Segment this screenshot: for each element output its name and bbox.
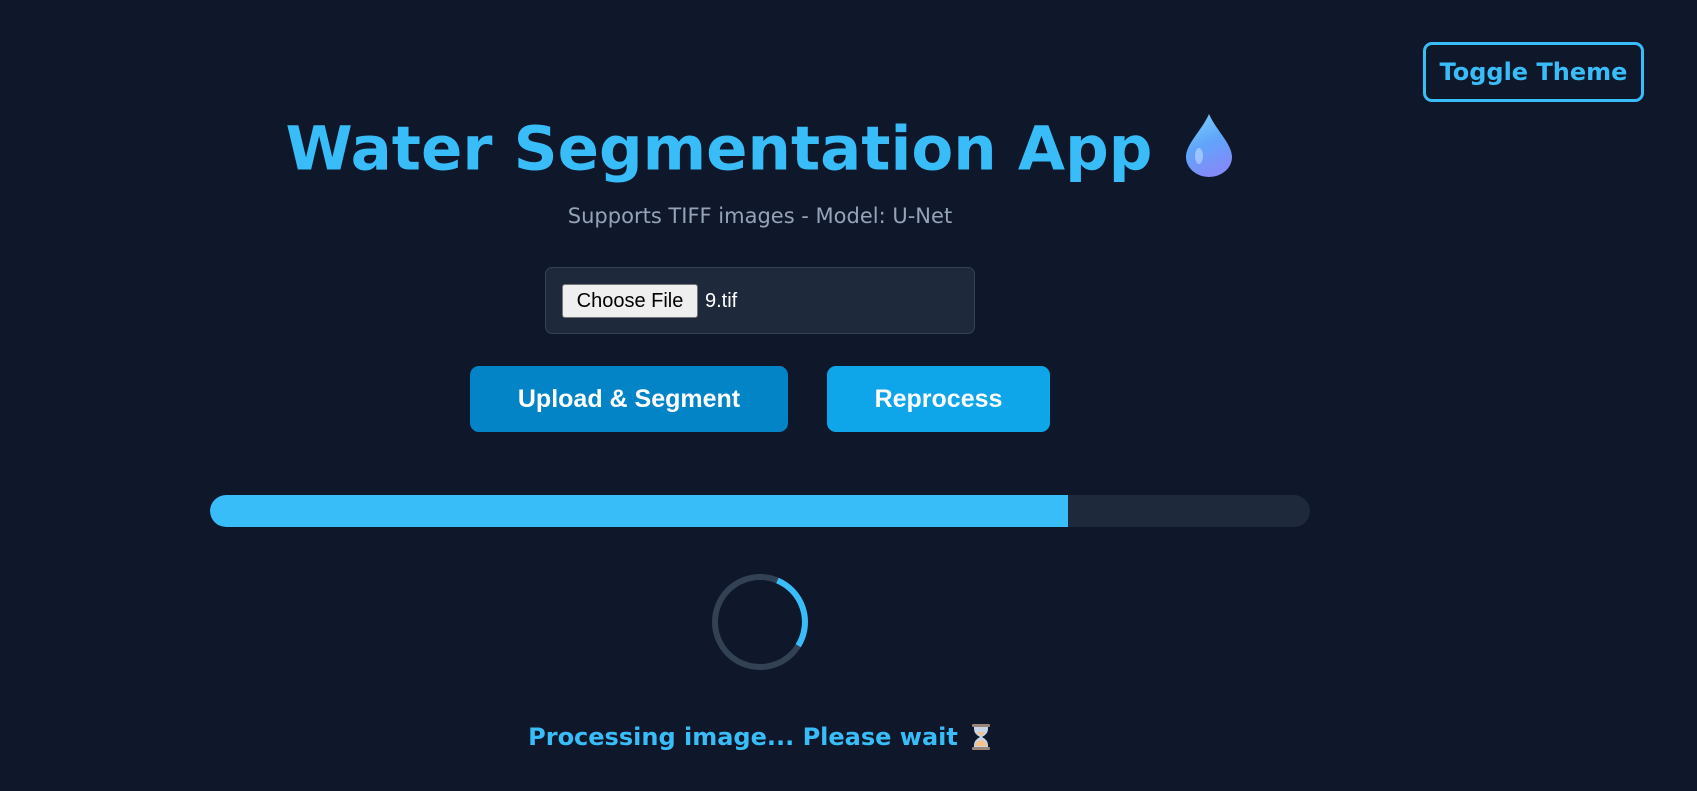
progress-bar — [210, 495, 1310, 527]
status-text: Processing image... Please wait — [528, 723, 958, 751]
reprocess-button[interactable]: Reprocess — [827, 366, 1050, 432]
loading-spinner — [711, 573, 809, 671]
subtitle: Supports TIFF images - Model: U-Net — [567, 204, 953, 228]
upload-segment-button[interactable]: Upload & Segment — [470, 366, 788, 432]
progress-bar-fill — [210, 495, 1068, 527]
toggle-theme-button[interactable]: Toggle Theme — [1423, 42, 1644, 102]
page-title-text: Water Segmentation App — [285, 113, 1153, 185]
selected-file-name: 9.tif — [705, 290, 738, 312]
choose-file-button[interactable]: Choose File — [562, 284, 698, 318]
status-message: Processing image... Please wait — [0, 719, 1520, 754]
page-title: Water Segmentation App — [0, 103, 1520, 192]
file-input-container: Choose File 9.tif — [545, 267, 975, 334]
water-drop-icon — [1184, 112, 1234, 178]
hourglass-icon — [970, 723, 992, 751]
